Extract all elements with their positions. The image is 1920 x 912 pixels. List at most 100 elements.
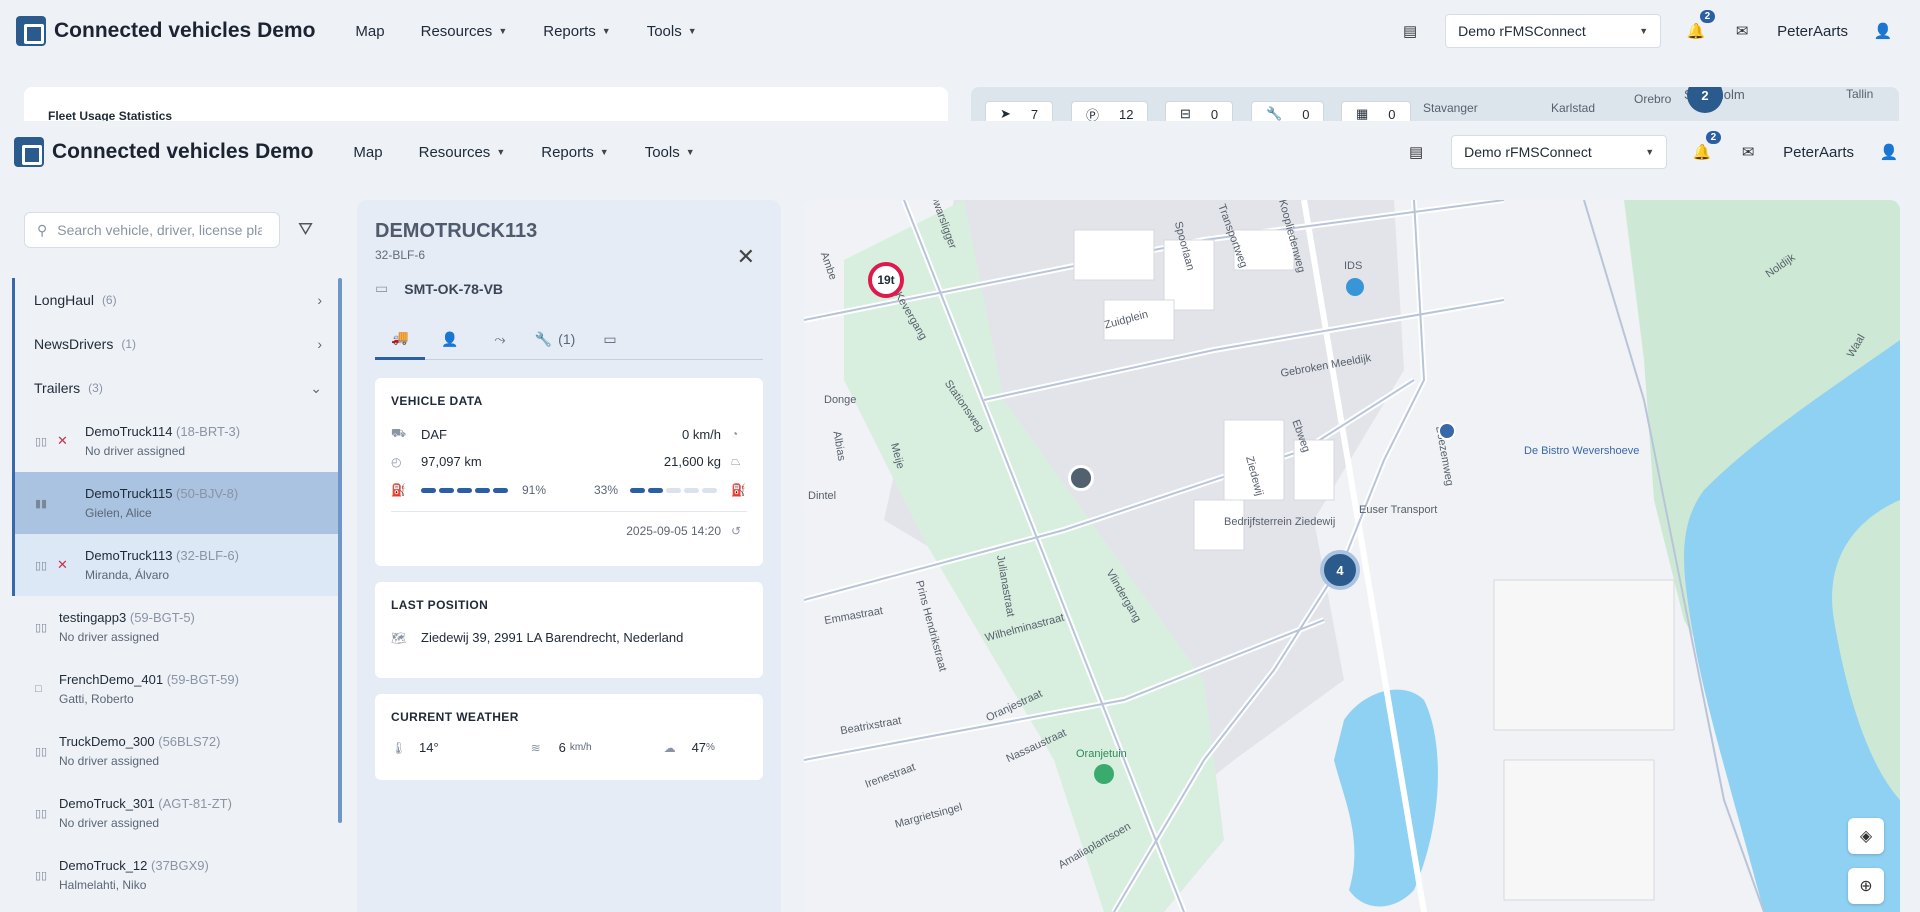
nav-map[interactable]: Map [355, 23, 384, 40]
stat-resting[interactable]: ⊟ 0 [1165, 101, 1234, 121]
app-logo[interactable]: Connected vehicles Demo [14, 137, 313, 167]
last-position-card: LAST POSITION 🗺 Ziedewij 39, 2991 LA Bar… [375, 582, 763, 678]
user-name[interactable]: PeterAarts [1783, 144, 1854, 161]
truck-icon: ⛟ [391, 426, 407, 440]
account-select[interactable]: Demo rFMSConnect ▼ [1445, 14, 1662, 48]
map-label: Donge [824, 394, 857, 406]
mail-icon[interactable]: ✉ [1731, 20, 1753, 42]
layers-icon[interactable]: ◈ [1848, 818, 1884, 854]
chevron-right-icon: › [317, 336, 322, 352]
map-cluster[interactable]: 2 [1687, 87, 1723, 113]
search-icon: ⚲ [37, 221, 48, 238]
chevron-down-icon: ▼ [496, 147, 506, 157]
stat-planned[interactable]: ▦ 0 [1341, 101, 1411, 121]
tab-route[interactable]: ⤳ [475, 318, 525, 360]
background-map: ➤ 7 Ⓟ 12 ⊟ 0 🔧 0 ▦ 0 Stavanger Karlstad Orebr… [971, 87, 1899, 121]
stat-moving[interactable]: ➤ 7 [985, 101, 1054, 121]
map-label: Stavanger [1423, 101, 1478, 115]
report-icon[interactable]: ▤ [1399, 20, 1421, 42]
level-segment [439, 487, 454, 493]
park-marker-icon[interactable] [1094, 764, 1114, 784]
chevron-down-icon: ▼ [1645, 147, 1655, 157]
user-icon[interactable]: 👤 [1878, 141, 1900, 163]
company-marker-icon[interactable] [1068, 465, 1094, 491]
nav-resources[interactable]: Resources ▼ [419, 144, 506, 161]
vehicle-plate: 32-BLF-6 [375, 248, 426, 262]
vehicle-weight-marker[interactable]: 19t [868, 262, 904, 298]
list-scrollbar[interactable] [338, 278, 342, 823]
pause-icon: ▯▯ [35, 745, 48, 758]
group-trailers[interactable]: Trailers (3) ⌄ [12, 366, 340, 410]
list-item[interactable]: ▮▮ DemoTruck115 (50-BJV-8) Gielen, Alice [12, 472, 340, 534]
thermometer-icon: 🌡 [391, 740, 407, 755]
tab-driver[interactable]: 👤 [425, 318, 475, 360]
list-item[interactable]: ▯▯ testingapp3 (59-BGT-5) No driver assig… [12, 596, 340, 658]
nav-resources[interactable]: Resources ▼ [421, 23, 508, 40]
trailer-icon: ▭ [375, 280, 389, 296]
user-name[interactable]: PeterAarts [1777, 23, 1848, 40]
map-label: IDS [1344, 260, 1363, 272]
parking-icon: Ⓟ [1086, 107, 1100, 122]
wrench-icon: 🔧 [534, 330, 553, 347]
nav-tools[interactable]: Tools ▼ [645, 144, 695, 161]
nav-map[interactable]: Map [353, 144, 382, 161]
account-select[interactable]: Demo rFMSConnect ▼ [1451, 135, 1668, 169]
trailer-row: ▭ SMT-OK-78-VB [375, 280, 504, 297]
group-longhaul[interactable]: LongHaul (6) › [12, 278, 340, 322]
list-item[interactable]: ▯▯ ✕ DemoTruck114 (18-BRT-3) No driver as… [12, 410, 340, 472]
level-segment [666, 487, 681, 493]
mail-icon[interactable]: ✉ [1737, 141, 1759, 163]
user-icon[interactable]: 👤 [1872, 20, 1894, 42]
chevron-down-icon: ▼ [601, 26, 611, 36]
stat-parked[interactable]: Ⓟ 12 [1071, 101, 1149, 122]
bell-icon[interactable]: 🔔 2 [1691, 131, 1722, 163]
search-input[interactable]: Search vehicle, driver, license plate [57, 222, 262, 238]
odometer-icon: ◴ [391, 454, 402, 469]
level-segment [493, 487, 508, 493]
list-item[interactable]: ▯▯ DemoTruck_12 (37BGX9) Halmelahti, Niko [12, 844, 340, 906]
stat-service[interactable]: 🔧 0 [1251, 101, 1325, 121]
restaurant-marker-icon[interactable] [1438, 422, 1456, 440]
group-newsdrivers[interactable]: NewsDrivers (1) › [12, 322, 340, 366]
app-logo[interactable]: Connected vehicles Demo [16, 16, 315, 46]
list-item[interactable]: ▯▯ ✕ DemoTruck113 (32-BLF-6) Miranda, Álv… [12, 534, 340, 596]
chevron-down-icon: ▼ [1639, 26, 1649, 36]
chevron-down-icon: ▼ [687, 26, 697, 36]
list-item[interactable]: □ FrenchDemo_401 (59-BGT-59) Gatti, Rober… [12, 658, 340, 720]
map-label: Bedrijfsterrein Ziedewij [1224, 516, 1336, 528]
map-view[interactable]: Dwarsligger Spoorlaan Transportweg Koopl… [804, 200, 1900, 912]
map-label: Euser Transport [1359, 504, 1438, 516]
vehicle-cluster-marker[interactable]: 4 [1320, 550, 1360, 590]
bed-icon: ⊟ [1180, 106, 1191, 121]
tab-service[interactable]: 🔧 (1) [525, 318, 585, 360]
tab-vehicle[interactable]: 🚚 [375, 318, 425, 360]
vehicle-title: DEMOTRUCK113 [375, 220, 538, 242]
detail-tabs: 🚚 👤 ⤳ 🔧 (1) ▭ [375, 318, 763, 360]
chevron-down-icon: ▼ [685, 147, 695, 157]
chevron-down-icon: ⌄ [310, 379, 322, 396]
list-item[interactable]: ▯▯ DemoTruck_301 (AGT-81-ZT) No driver as… [12, 782, 340, 844]
trailer-icon: ▭ [603, 330, 617, 347]
tab-trailer[interactable]: ▭ [585, 318, 635, 360]
search-box[interactable]: ⚲ Search vehicle, driver, license plate [24, 212, 280, 248]
level-segment [630, 487, 645, 493]
close-icon[interactable]: ✕ [737, 244, 755, 270]
card-heading: VEHICLE DATA [391, 394, 483, 408]
fuel-station-icon[interactable] [1346, 278, 1364, 296]
nav-tools[interactable]: Tools ▼ [647, 23, 697, 40]
truck-icon: 🚚 [391, 329, 409, 345]
report-icon[interactable]: ▤ [1405, 141, 1427, 163]
nav-reports[interactable]: Reports ▼ [543, 23, 610, 40]
bell-icon[interactable]: 🔔 2 [1685, 10, 1716, 42]
list-item[interactable]: ▯▯ TruckDemo_300 (56BLS72) No driver assi… [12, 720, 340, 782]
cloud-icon: ☁ [663, 740, 676, 755]
zoom-in-icon[interactable]: ⊕ [1848, 868, 1884, 904]
filter-icon[interactable]: ⛛ [298, 219, 322, 243]
history-icon[interactable]: ↺ [731, 524, 747, 538]
card-heading: LAST POSITION [391, 598, 489, 612]
fuel-icon: ⛽ [391, 483, 406, 497]
vehicle-detail-panel: DEMOTRUCK113 32-BLF-6 ✕ ▭ SMT-OK-78-VB 🚚… [357, 200, 781, 912]
nav-reports[interactable]: Reports ▼ [541, 144, 608, 161]
level-segment [475, 487, 490, 493]
wrench-icon: 🔧 [1266, 106, 1283, 121]
